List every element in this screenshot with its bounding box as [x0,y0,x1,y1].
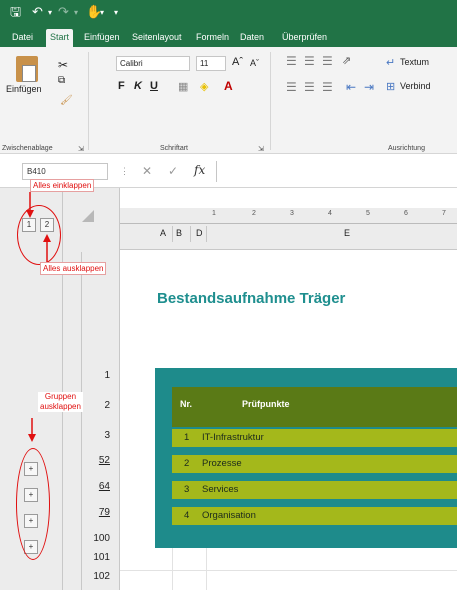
annotation-arrows [26,192,51,442]
annotation-expand-groups-line1: Gruppen [44,392,77,401]
highlight-group-buttons [16,448,50,560]
annotation-expand-groups: Gruppen ausklappen [38,392,83,412]
annotation-expand-all: Alles ausklappen [40,262,107,275]
annotation-expand-groups-line2: ausklappen [40,402,81,411]
